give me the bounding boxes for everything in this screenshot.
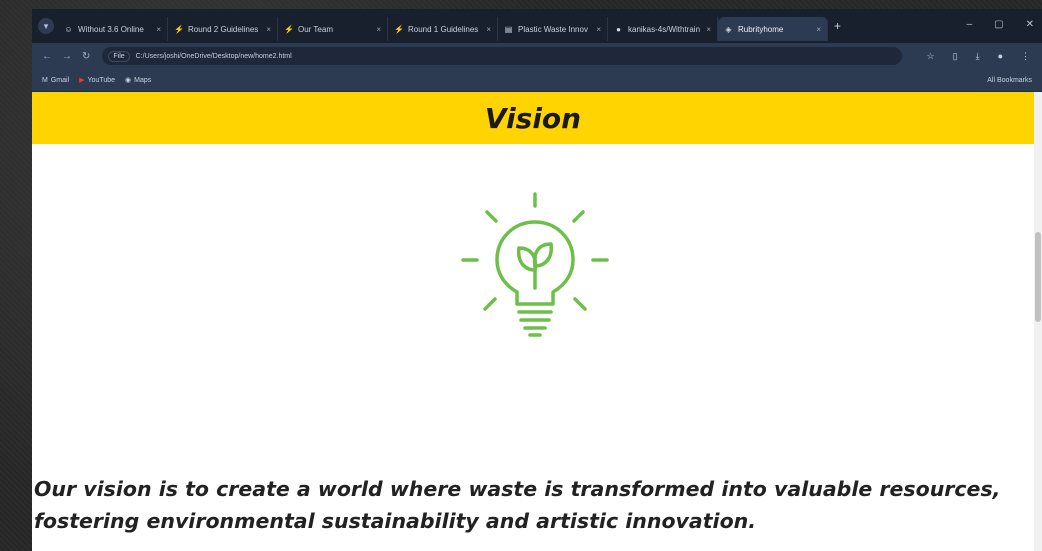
bolt-icon: ⚡: [174, 24, 184, 34]
close-tab-icon[interactable]: ×: [266, 25, 271, 34]
maximize-icon[interactable]: ▢: [994, 19, 1003, 30]
page-icon: ◈: [725, 24, 732, 34]
url-text[interactable]: C:/Users/joshi/OneDrive/Desktop/new/home…: [136, 53, 292, 60]
bookmarks-bar: M Gmail ▶ YouTube ◉ Maps All Bookmarks: [32, 69, 1042, 92]
gmail-icon: M: [42, 76, 48, 84]
close-tab-icon[interactable]: ×: [486, 25, 491, 34]
tab-label: Our Team: [298, 24, 333, 34]
vision-statement: Our vision is to create a world where wa…: [34, 477, 1001, 533]
github-icon: ●: [616, 24, 621, 34]
page-viewport: Vision Our vision is to create a world w…: [32, 92, 1034, 551]
bolt-icon: ⚡: [394, 24, 404, 34]
new-tab-button[interactable]: +: [834, 19, 841, 33]
browser-window: ▾ ☺ Without 3.6 Online × ⚡ Round 2 Guideline…: [32, 9, 1042, 551]
minimize-icon[interactable]: –: [967, 19, 973, 30]
tab-list: ☺ Without 3.6 Online × ⚡ Round 2 Guidelines ×…: [58, 9, 828, 43]
tab-label: Plastic Waste Innov: [518, 24, 588, 34]
extensions-icon[interactable]: ▯: [953, 51, 958, 62]
back-icon[interactable]: ←: [42, 51, 52, 62]
close-tab-icon[interactable]: ×: [706, 25, 711, 34]
forward-icon[interactable]: →: [62, 51, 72, 62]
bookmark-label: Maps: [134, 76, 152, 84]
scrollbar-thumb[interactable]: [1035, 232, 1041, 322]
tab-label: Round 1 Guidelines: [408, 24, 479, 34]
all-bookmarks[interactable]: All Bookmarks: [987, 77, 1032, 84]
hf-icon: ☺: [64, 24, 73, 34]
tab-2[interactable]: ⚡ Our Team ×: [278, 17, 388, 41]
tab-strip: ▾ ☺ Without 3.6 Online × ⚡ Round 2 Guideline…: [32, 9, 1042, 43]
tab-1[interactable]: ⚡ Round 2 Guidelines ×: [168, 17, 278, 41]
bookmark-label: YouTube: [87, 76, 116, 84]
bookmark-star-icon[interactable]: ☆: [927, 51, 935, 62]
vision-banner: Vision: [32, 92, 1034, 144]
youtube-icon: ▶: [79, 77, 85, 84]
tab-label: kanikas-4s/Withtrain: [628, 24, 701, 34]
lightbulb-leaf-icon: [461, 192, 609, 337]
close-tab-icon[interactable]: ×: [816, 25, 821, 34]
close-tab-icon[interactable]: ×: [596, 25, 601, 34]
doc-icon: ▤: [504, 24, 513, 34]
reload-icon[interactable]: ↻: [82, 51, 90, 62]
tab-3[interactable]: ⚡ Round 1 Guidelines ×: [388, 17, 498, 41]
toolbar-actions: ☆ ▯ ⤓ ● ⋮: [927, 51, 1030, 62]
bookmark-label: Gmail: [50, 76, 70, 84]
tab-label: Without 3.6 Online: [78, 24, 144, 34]
bookmark-0[interactable]: M Gmail: [42, 76, 69, 84]
close-tab-icon[interactable]: ×: [376, 25, 381, 34]
tab-0[interactable]: ☺ Without 3.6 Online ×: [58, 17, 168, 41]
download-icon[interactable]: ⤓: [976, 51, 980, 62]
tab-search-icon[interactable]: ▾: [38, 18, 54, 34]
window-controls: – ▢ ✕: [967, 19, 1034, 30]
page-title: Vision: [484, 101, 582, 135]
tab-4[interactable]: ▤ Plastic Waste Innov ×: [498, 17, 608, 41]
page-scrollbar[interactable]: [1034, 92, 1042, 551]
tab-label: Round 2 Guidelines: [188, 24, 259, 34]
close-tab-icon[interactable]: ×: [156, 25, 161, 34]
menu-icon[interactable]: ⋮: [1021, 51, 1030, 62]
site-info-chip[interactable]: File: [108, 50, 130, 62]
bookmark-1[interactable]: ▶ YouTube: [79, 76, 116, 85]
maps-icon: ◉: [125, 77, 132, 84]
bookmark-list: M Gmail ▶ YouTube ◉ Maps: [32, 76, 152, 85]
toolbar: ← → ↻ File C:/Users/joshi/OneDrive/Deskt…: [32, 43, 1042, 69]
tab-label: Rubrityhome: [738, 24, 784, 34]
address-bar[interactable]: File C:/Users/joshi/OneDrive/Desktop/new…: [102, 47, 903, 65]
tab-5[interactable]: ● kanikas-4s/Withtrain ×: [608, 17, 718, 41]
bookmark-2[interactable]: ◉ Maps: [125, 76, 152, 85]
bolt-icon: ⚡: [284, 24, 294, 34]
profile-icon[interactable]: ●: [998, 51, 1003, 62]
close-window-icon[interactable]: ✕: [1026, 19, 1034, 30]
tab-6[interactable]: ◈ Rubrityhome ×: [718, 17, 828, 41]
